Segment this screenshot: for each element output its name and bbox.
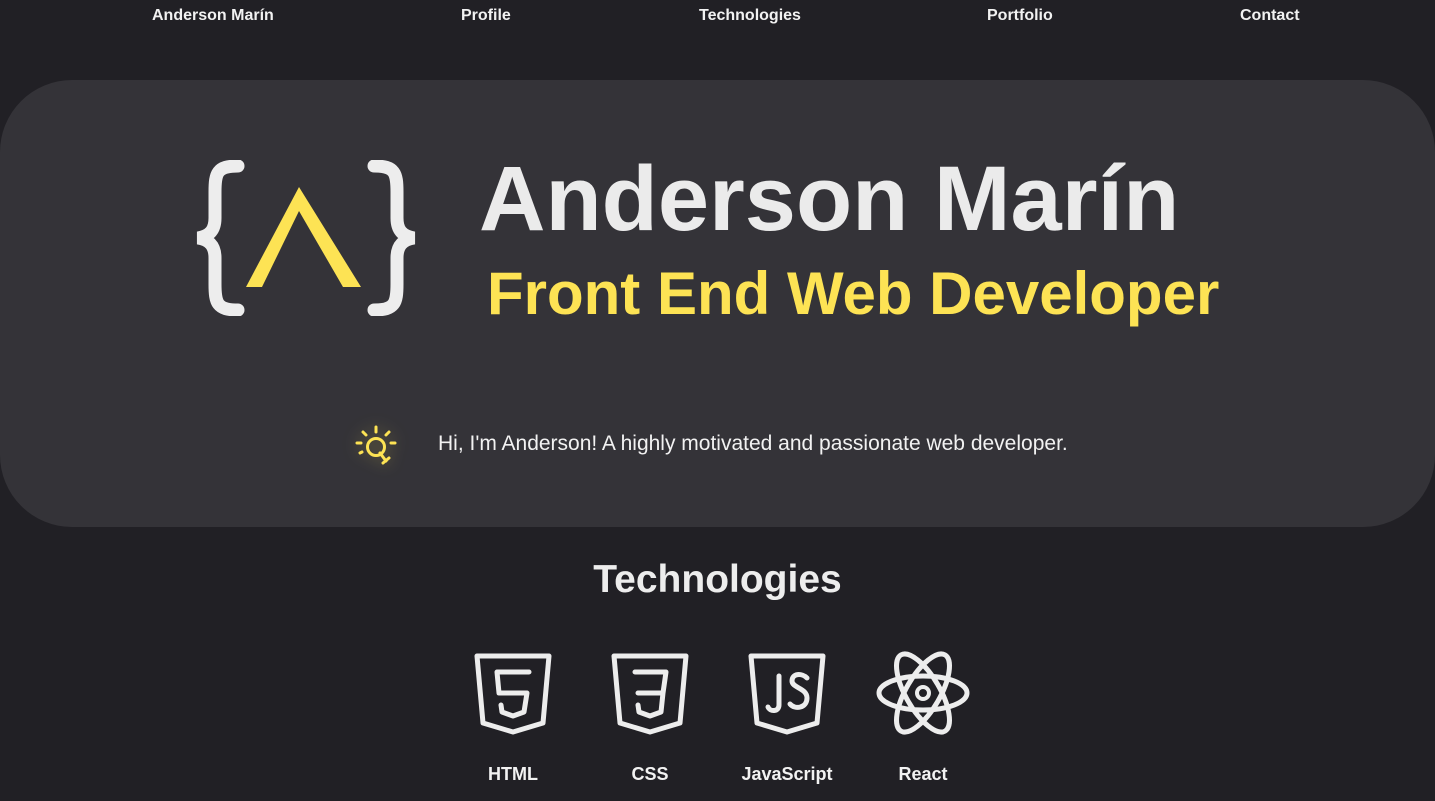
nav-item-contact[interactable]: Contact — [1240, 7, 1300, 25]
tech-item-css: CSS — [580, 648, 720, 788]
nav-item-portfolio[interactable]: Portfolio — [987, 7, 1053, 25]
intro-text: Hi, I'm Anderson! A highly motivated and… — [438, 432, 1068, 455]
tech-label-html: HTML — [488, 764, 538, 784]
html5-icon — [474, 653, 552, 735]
hero-section: Anderson Marín Front End Web Developer H… — [0, 80, 1435, 527]
nav-brand-link[interactable]: Anderson Marín — [152, 7, 274, 25]
hero-role: Front End Web Developer — [487, 260, 1220, 327]
tech-label-react: React — [898, 764, 948, 784]
tech-label-javascript: JavaScript — [741, 764, 833, 784]
tech-label-css: CSS — [631, 764, 669, 784]
nav-item-technologies[interactable]: Technologies — [699, 7, 801, 25]
tech-item-react: React — [853, 648, 993, 788]
nav-item-profile[interactable]: Profile — [461, 7, 511, 25]
react-icon — [876, 651, 970, 735]
hero-name: Anderson Marín — [479, 148, 1180, 250]
tech-item-html: HTML — [443, 648, 583, 788]
technologies-heading: Technologies — [593, 558, 842, 601]
curly-braces-caret-logo-icon — [196, 160, 416, 316]
tech-item-javascript: JavaScript — [717, 648, 857, 788]
css3-icon — [611, 653, 689, 735]
javascript-icon — [748, 653, 826, 735]
top-navigation: Anderson Marín Profile Technologies Port… — [0, 0, 1435, 34]
lightbulb-icon — [355, 425, 397, 465]
